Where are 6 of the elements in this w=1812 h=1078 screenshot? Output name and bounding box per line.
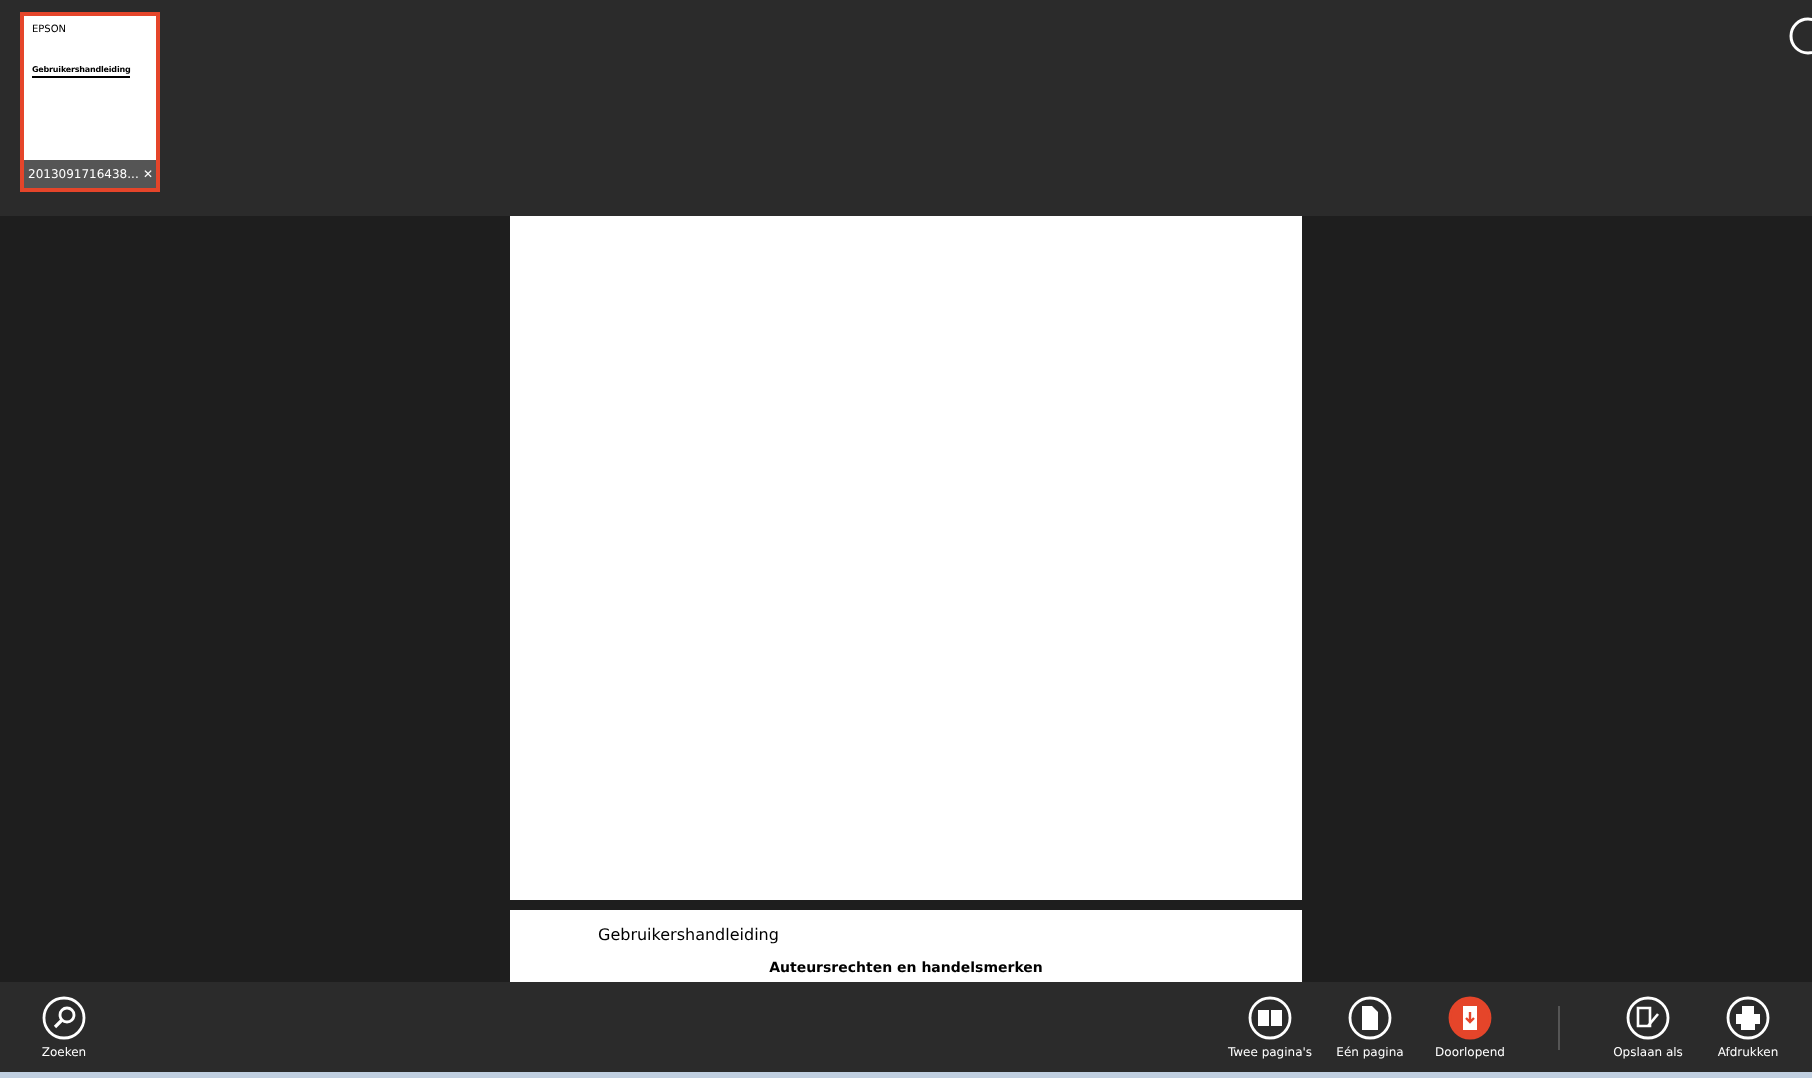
page-icon bbox=[1348, 995, 1392, 1039]
scroll-page-icon bbox=[1448, 995, 1492, 1039]
search-icon bbox=[42, 995, 86, 1039]
floppy-pen-icon bbox=[1626, 995, 1670, 1039]
open-book-icon bbox=[1248, 995, 1292, 1039]
page-header: Gebruikershandleiding bbox=[598, 926, 781, 944]
